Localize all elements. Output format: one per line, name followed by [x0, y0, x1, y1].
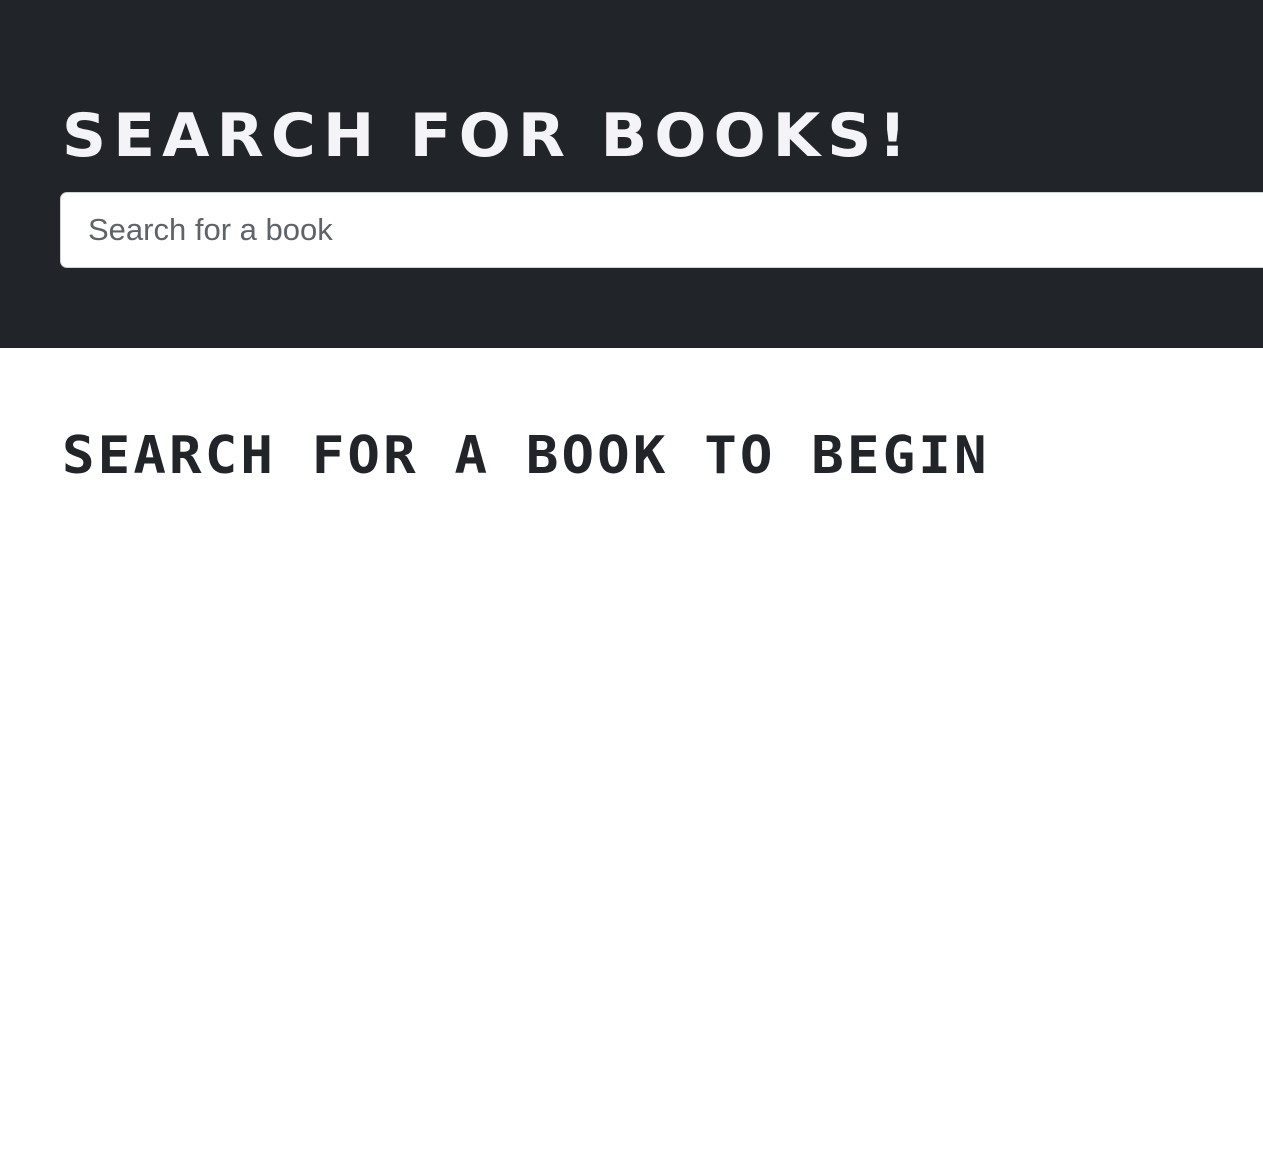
empty-state-message: SEARCH FOR A BOOK TO BEGIN	[62, 426, 990, 486]
page-title: SEARCH FOR BOOKS!	[62, 101, 914, 171]
search-header: SEARCH FOR BOOKS!	[0, 0, 1263, 348]
search-input[interactable]	[60, 192, 1263, 268]
